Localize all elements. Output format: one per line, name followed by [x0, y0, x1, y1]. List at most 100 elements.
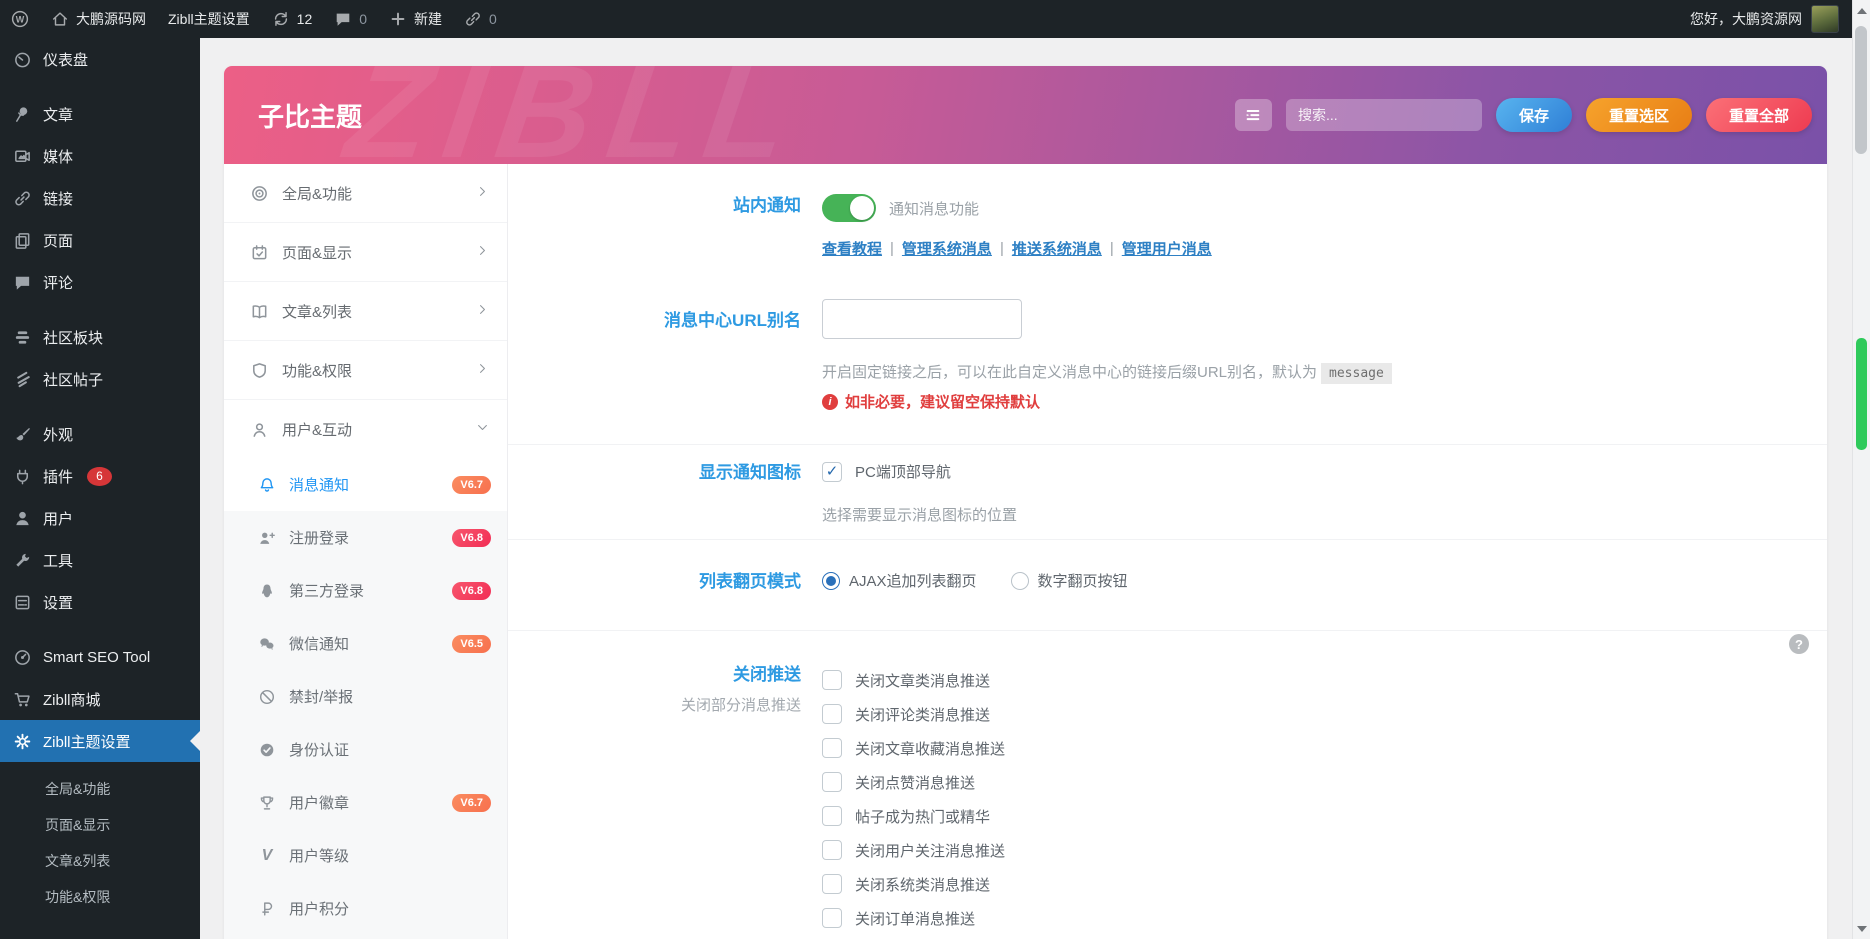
updates-icon [272, 10, 290, 28]
sidebar-item-posts[interactable]: 文章 [0, 93, 200, 135]
submenu-item-posts-lists[interactable]: 文章&列表 [0, 843, 200, 879]
radio-label: 数字翻页按钮 [1038, 570, 1128, 591]
push-checkbox[interactable] [822, 840, 842, 860]
panel-menu-button[interactable] [1235, 99, 1272, 131]
push-checkbox[interactable] [822, 670, 842, 690]
push-checkbox[interactable] [822, 738, 842, 758]
sidebar-item-plugins[interactable]: 插件 6 [0, 455, 200, 497]
push-checkbox[interactable] [822, 704, 842, 724]
submenu-item-global[interactable]: 全局&功能 [0, 771, 200, 807]
admin-bar-new[interactable]: 新建 [378, 0, 453, 38]
row-label: 显示通知图标 [508, 461, 801, 525]
sidebar-item-zibll-theme-settings[interactable]: Zibll主题设置 [0, 720, 200, 762]
link-manage-system-messages[interactable]: 管理系统消息 [902, 238, 992, 259]
help-question-icon[interactable]: ? [1789, 634, 1809, 654]
reset-selection-button[interactable]: 重置选区 [1586, 98, 1692, 132]
site-name: 大鹏源码网 [76, 9, 146, 29]
submenu-item-pages-display[interactable]: 页面&显示 [0, 807, 200, 843]
scrollbar-thumb[interactable] [1855, 26, 1867, 154]
sidebar-item-comments[interactable]: 评论 [0, 261, 200, 303]
reset-all-button[interactable]: 重置全部 [1706, 98, 1812, 132]
updates-count: 12 [297, 11, 313, 27]
url-alias-input[interactable] [822, 299, 1022, 339]
row-label: 消息中心URL别名 [508, 299, 801, 412]
nav-item-wechat-notify[interactable]: 微信通知 V6.5 [224, 617, 507, 670]
sidebar-item-settings[interactable]: 设置 [0, 581, 200, 623]
nav-group-features-permissions[interactable]: 功能&权限 [224, 341, 507, 400]
push-option-row: 关闭点赞消息推送 [822, 765, 1827, 799]
admin-bar-account[interactable]: 您好，大鹏资源网 [1690, 9, 1802, 29]
sidebar-item-community-posts[interactable]: 社区帖子 [0, 358, 200, 400]
sidebar-item-community-sections[interactable]: 社区板块 [0, 316, 200, 358]
nav-group-label: 功能&权限 [282, 360, 352, 381]
sidebar-item-dashboard[interactable]: 仪表盘 [0, 38, 200, 80]
nav-item-user-badges[interactable]: 用户徽章 V6.7 [224, 776, 507, 829]
book-icon [250, 302, 269, 321]
nav-group-pages-display[interactable]: 页面&显示 [224, 223, 507, 282]
nav-item-identity-verify[interactable]: 身份认证 [224, 723, 507, 776]
nav-group-users-interaction[interactable]: 用户&互动 [224, 400, 507, 458]
sidebar-item-media[interactable]: 媒体 [0, 135, 200, 177]
submenu-item-features-permissions[interactable]: 功能&权限 [0, 879, 200, 915]
qq-penguin-icon [258, 582, 276, 600]
wechat-icon [258, 635, 276, 653]
link-view-tutorial[interactable]: 查看教程 [822, 238, 882, 259]
link-push-system-messages[interactable]: 推送系统消息 [1012, 238, 1102, 259]
push-checkbox[interactable] [822, 772, 842, 792]
pin-icon [13, 105, 32, 124]
push-checkbox[interactable] [822, 806, 842, 826]
admin-bar-site-link[interactable]: 大鹏源码网 [40, 0, 157, 38]
nav-item-third-party-login[interactable]: 第三方登录 V6.8 [224, 564, 507, 617]
nav-item-label: 用户等级 [289, 845, 349, 866]
list-menu-icon [1244, 106, 1262, 124]
scroll-up-arrow[interactable] [1853, 2, 1870, 19]
sidebar-item-tools[interactable]: 工具 [0, 539, 200, 581]
search-input[interactable] [1286, 99, 1482, 131]
numeric-paging-radio[interactable] [1011, 572, 1029, 590]
admin-bar-theme-settings-link[interactable]: Zibll主题设置 [157, 0, 261, 38]
link-manage-user-messages[interactable]: 管理用户消息 [1122, 238, 1212, 259]
toggle-desc: 通知消息功能 [889, 198, 979, 219]
nav-item-message-notify[interactable]: 消息通知 V6.7 [224, 458, 507, 511]
admin-bar-comments[interactable]: 0 [323, 0, 378, 38]
ajax-paging-radio[interactable] [822, 572, 840, 590]
row-close-push: 关闭推送 关闭部分消息推送 关闭文章类消息推送 关闭评论类消息推送 [508, 630, 1827, 939]
window-scrollbar[interactable] [1852, 0, 1870, 939]
cart-icon [13, 690, 32, 709]
nav-item-ban-report[interactable]: 禁封/举报 [224, 670, 507, 723]
push-option-row: 关闭系统类消息推送 [822, 867, 1827, 901]
avatar[interactable] [1811, 5, 1839, 33]
site-notify-toggle[interactable] [822, 194, 876, 222]
nav-item-user-points[interactable]: 用户积分 [224, 882, 507, 935]
nav-item-user-levels[interactable]: V 用户等级 [224, 829, 507, 882]
push-checkbox[interactable] [822, 874, 842, 894]
push-checkbox[interactable] [822, 908, 842, 928]
nav-item-register-login[interactable]: 注册登录 V6.8 [224, 511, 507, 564]
person-icon [250, 420, 269, 439]
save-button[interactable]: 保存 [1496, 98, 1572, 132]
active-menu-arrow [190, 731, 200, 751]
sidebar-item-label: 工具 [43, 550, 73, 571]
sidebar-item-appearance[interactable]: 外观 [0, 413, 200, 455]
url-alias-desc: 开启固定链接之后，可以在此自定义消息中心的链接后缀URL别名，默认为 [822, 364, 1317, 381]
nav-group-label: 用户&互动 [282, 419, 352, 440]
sidebar-item-links[interactable]: 链接 [0, 177, 200, 219]
sidebar-item-users[interactable]: 用户 [0, 497, 200, 539]
checkbox-label: 关闭系统类消息推送 [855, 874, 990, 895]
admin-bar-updates[interactable]: 12 [261, 0, 324, 38]
admin-bar-links[interactable]: 0 [453, 0, 508, 38]
seo-gauge-icon [13, 648, 32, 667]
scrollbar-green-marker [1856, 338, 1867, 450]
sidebar-item-zibll-shop[interactable]: Zibll商城 [0, 678, 200, 720]
sidebar-item-pages[interactable]: 页面 [0, 219, 200, 261]
version-badge: V6.7 [452, 476, 491, 494]
users-interaction-submenu: 消息通知 V6.7 注册登录 V6.8 第三方登录 V6.8 [224, 458, 507, 939]
user-icon [13, 509, 32, 528]
pc-top-nav-checkbox[interactable] [822, 462, 842, 482]
nav-group-posts-lists[interactable]: 文章&列表 [224, 282, 507, 341]
wrench-icon [13, 551, 32, 570]
wordpress-logo-menu[interactable]: W [0, 0, 40, 38]
scroll-down-arrow[interactable] [1853, 920, 1870, 937]
sidebar-item-smart-seo-tool[interactable]: Smart SEO Tool [0, 636, 200, 678]
nav-group-global[interactable]: 全局&功能 [224, 164, 507, 223]
